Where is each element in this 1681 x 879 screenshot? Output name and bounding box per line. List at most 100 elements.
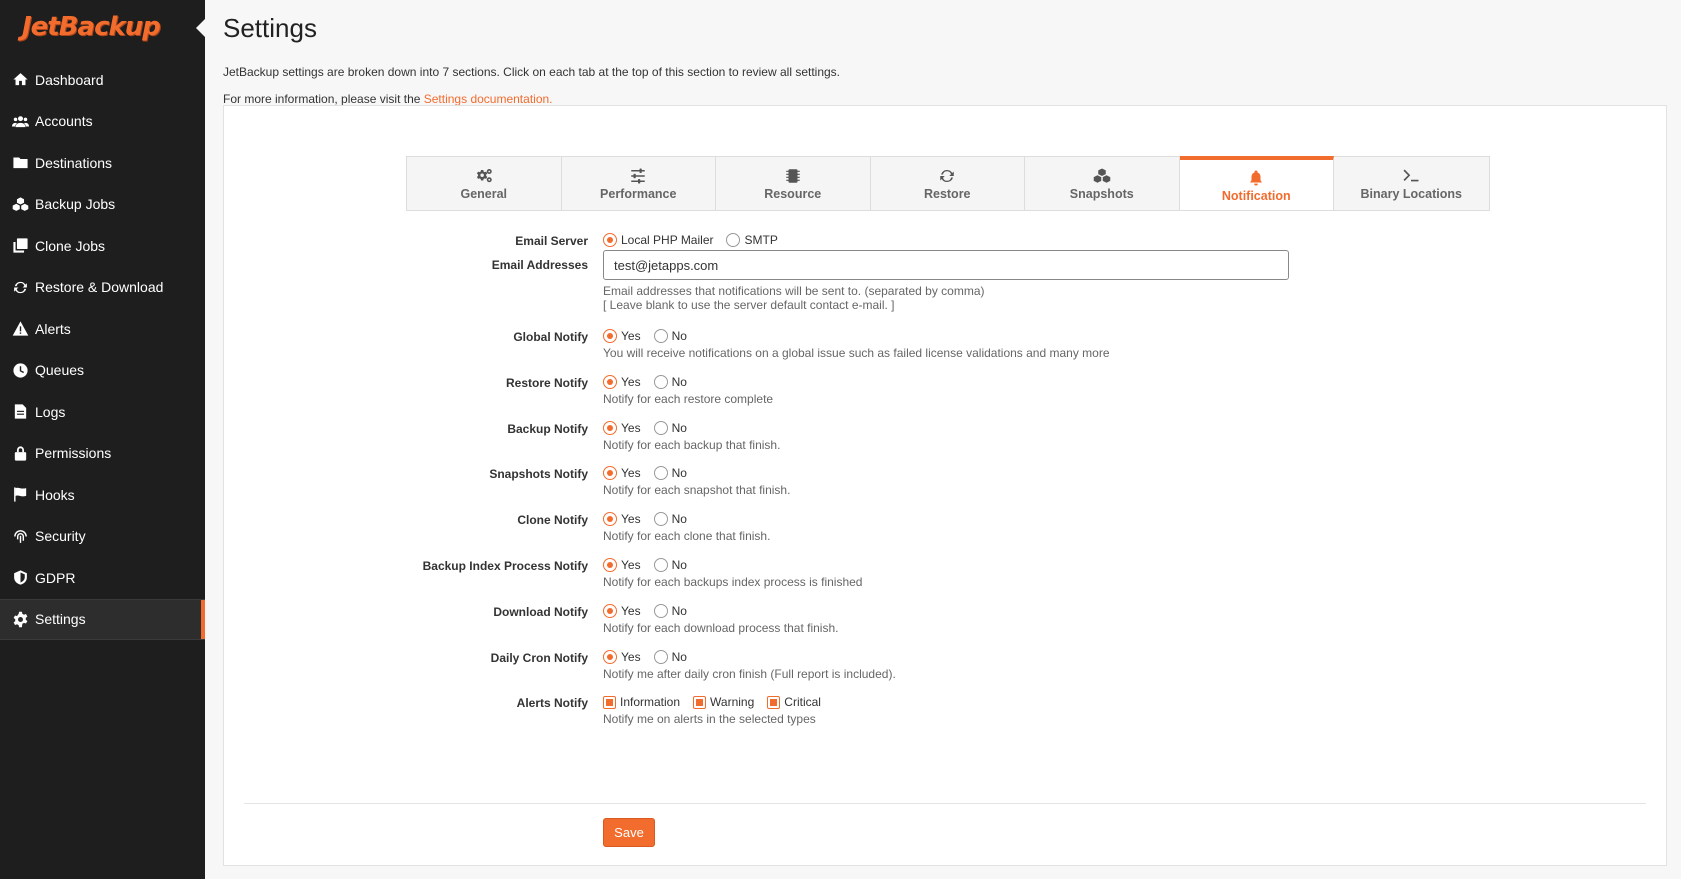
- download-notify-no-option[interactable]: No: [653, 604, 687, 618]
- sidebar-item-dashboard[interactable]: Dashboard: [0, 59, 205, 101]
- sync-icon: [940, 169, 954, 183]
- email-help-1: Email addresses that notifications will …: [603, 284, 985, 298]
- radio-selected-icon[interactable]: [603, 329, 617, 343]
- backup-notify-yes-option[interactable]: Yes: [603, 421, 641, 435]
- cubes-icon: [11, 195, 29, 213]
- sidebar-item-clone-jobs[interactable]: Clone Jobs: [0, 225, 205, 267]
- file-icon: [11, 403, 29, 421]
- radio-empty-icon[interactable]: [653, 421, 668, 435]
- sidebar-item-restore-download[interactable]: Restore & Download: [0, 267, 205, 309]
- lock-icon: [14, 446, 26, 461]
- folder-icon: [12, 157, 28, 169]
- snapshots-notify-yes-option[interactable]: Yes: [603, 466, 641, 480]
- checkbox-checked-icon[interactable]: [693, 695, 707, 709]
- radio-empty-icon[interactable]: [653, 512, 668, 526]
- tab-binary-locations[interactable]: Binary Locations: [1334, 156, 1489, 210]
- cogs-icon: [476, 169, 492, 183]
- save-button[interactable]: Save: [603, 818, 655, 847]
- radio-selected-icon[interactable]: [603, 604, 617, 618]
- global-notify-field: Yes No You will receive notifications on a…: [603, 329, 1110, 360]
- sidebar-item-label: Destinations: [35, 154, 113, 171]
- settings-documentation-link[interactable]: Settings documentation.: [424, 92, 553, 106]
- radio-selected-icon[interactable]: [603, 421, 617, 435]
- option-label: Local PHP Mailer: [621, 233, 714, 247]
- download-notify-help: Notify for each download process that fi…: [603, 621, 839, 635]
- checkbox-checked-icon[interactable]: [603, 695, 616, 709]
- snapshots-notify-no-option[interactable]: No: [653, 466, 687, 480]
- tab-label: General: [460, 187, 508, 201]
- sidebar-item-logs[interactable]: Logs: [0, 391, 205, 433]
- sidebar-item-security[interactable]: Security: [0, 516, 205, 558]
- email-server-local-php-option[interactable]: Local PHP Mailer: [603, 233, 713, 247]
- restore-notify-no-option[interactable]: No: [653, 375, 687, 389]
- sidebar-item-alerts[interactable]: Alerts: [0, 308, 205, 350]
- email-addresses-input[interactable]: [603, 250, 1289, 280]
- radio-empty-icon[interactable]: [653, 604, 668, 618]
- clock-icon: [12, 363, 28, 378]
- clone-notify-no-option[interactable]: No: [653, 512, 687, 526]
- sidebar-item-permissions[interactable]: Permissions: [0, 433, 205, 475]
- daily-cron-notify-no-option[interactable]: No: [653, 650, 687, 664]
- email-server-smtp-option[interactable]: SMTP: [726, 233, 778, 247]
- tab-snapshots[interactable]: Snapshots: [1025, 156, 1180, 210]
- settings-panel: General Performance Resource Restore Snapsho…: [223, 105, 1667, 866]
- global-notify-no-option[interactable]: No: [653, 329, 687, 343]
- radio-selected-icon[interactable]: [603, 233, 617, 247]
- radio-selected-icon[interactable]: [603, 558, 617, 572]
- radio-empty-icon[interactable]: [726, 233, 741, 247]
- sidebar-item-queues[interactable]: Queues: [0, 350, 205, 392]
- sidebar-item-label: Restore & Download: [35, 279, 164, 296]
- checkbox-checked-icon[interactable]: [767, 695, 781, 709]
- alerts-warning-checkbox[interactable]: Warning: [693, 695, 754, 709]
- tab-performance[interactable]: Performance: [561, 156, 716, 210]
- global-notify-help: You will receive notifications on a glob…: [603, 346, 1110, 360]
- sidebar-item-settings[interactable]: Settings: [0, 598, 205, 640]
- email-addresses-field: Email addresses that notifications will …: [603, 250, 1289, 312]
- radio-selected-icon[interactable]: [603, 375, 617, 389]
- backup-index-process-notify-no-option[interactable]: No: [653, 558, 687, 572]
- fingerprint-icon: [13, 529, 27, 543]
- sidebar-item-label: Permissions: [35, 445, 112, 462]
- tab-label: Snapshots: [1069, 187, 1134, 201]
- tab-notification[interactable]: Notification: [1179, 156, 1334, 210]
- radio-empty-icon[interactable]: [653, 558, 668, 572]
- backup-notify-options: Yes No: [603, 421, 780, 435]
- tab-resource[interactable]: Resource: [716, 156, 871, 210]
- radio-empty-icon[interactable]: [653, 466, 668, 480]
- restore-notify-yes-option[interactable]: Yes: [603, 375, 641, 389]
- download-notify-yes-option[interactable]: Yes: [603, 604, 641, 618]
- clone-notify-yes-option[interactable]: Yes: [603, 512, 641, 526]
- radio-empty-icon[interactable]: [653, 329, 668, 343]
- option-label: No: [671, 375, 687, 389]
- sidebar-item-label: Queues: [35, 362, 85, 379]
- sidebar-item-destinations[interactable]: Destinations: [0, 142, 205, 184]
- tab-general[interactable]: General: [407, 156, 562, 210]
- radio-selected-icon[interactable]: [603, 466, 617, 480]
- alerts-information-checkbox[interactable]: Information: [603, 695, 680, 709]
- alerts-critical-checkbox[interactable]: Critical: [767, 695, 821, 709]
- radio-empty-icon[interactable]: [653, 650, 668, 664]
- logo[interactable]: JetBackup: [0, 0, 205, 54]
- sidebar-item-gdpr[interactable]: GDPR: [0, 557, 205, 599]
- radio-selected-icon[interactable]: [603, 512, 617, 526]
- gear-icon: [11, 610, 29, 628]
- sidebar-item-accounts[interactable]: Accounts: [0, 101, 205, 143]
- cubes-icon: [1092, 166, 1112, 186]
- backup-index-process-notify-yes-option[interactable]: Yes: [603, 558, 641, 572]
- sidebar-item-hooks[interactable]: Hooks: [0, 474, 205, 516]
- radio-empty-icon[interactable]: [653, 375, 668, 389]
- sidebar-item-label: Dashboard: [35, 71, 104, 88]
- bell-icon: [1250, 170, 1263, 185]
- home-icon: [11, 71, 29, 89]
- radio-selected-icon[interactable]: [603, 650, 617, 664]
- sidebar-item-backup-jobs[interactable]: Backup Jobs: [0, 184, 205, 226]
- restore-notify-label: Restore Notify: [505, 376, 588, 390]
- alerts-notify-help: Notify me on alerts in the selected type…: [603, 712, 816, 726]
- backup-notify-no-option[interactable]: No: [653, 421, 687, 435]
- daily-cron-notify-yes-option[interactable]: Yes: [603, 650, 641, 664]
- shield-icon: [11, 569, 29, 587]
- option-label: Critical: [784, 695, 821, 709]
- global-notify-yes-option[interactable]: Yes: [603, 329, 641, 343]
- restore-notify-options: Yes No: [603, 375, 773, 389]
- tab-restore[interactable]: Restore: [870, 156, 1025, 210]
